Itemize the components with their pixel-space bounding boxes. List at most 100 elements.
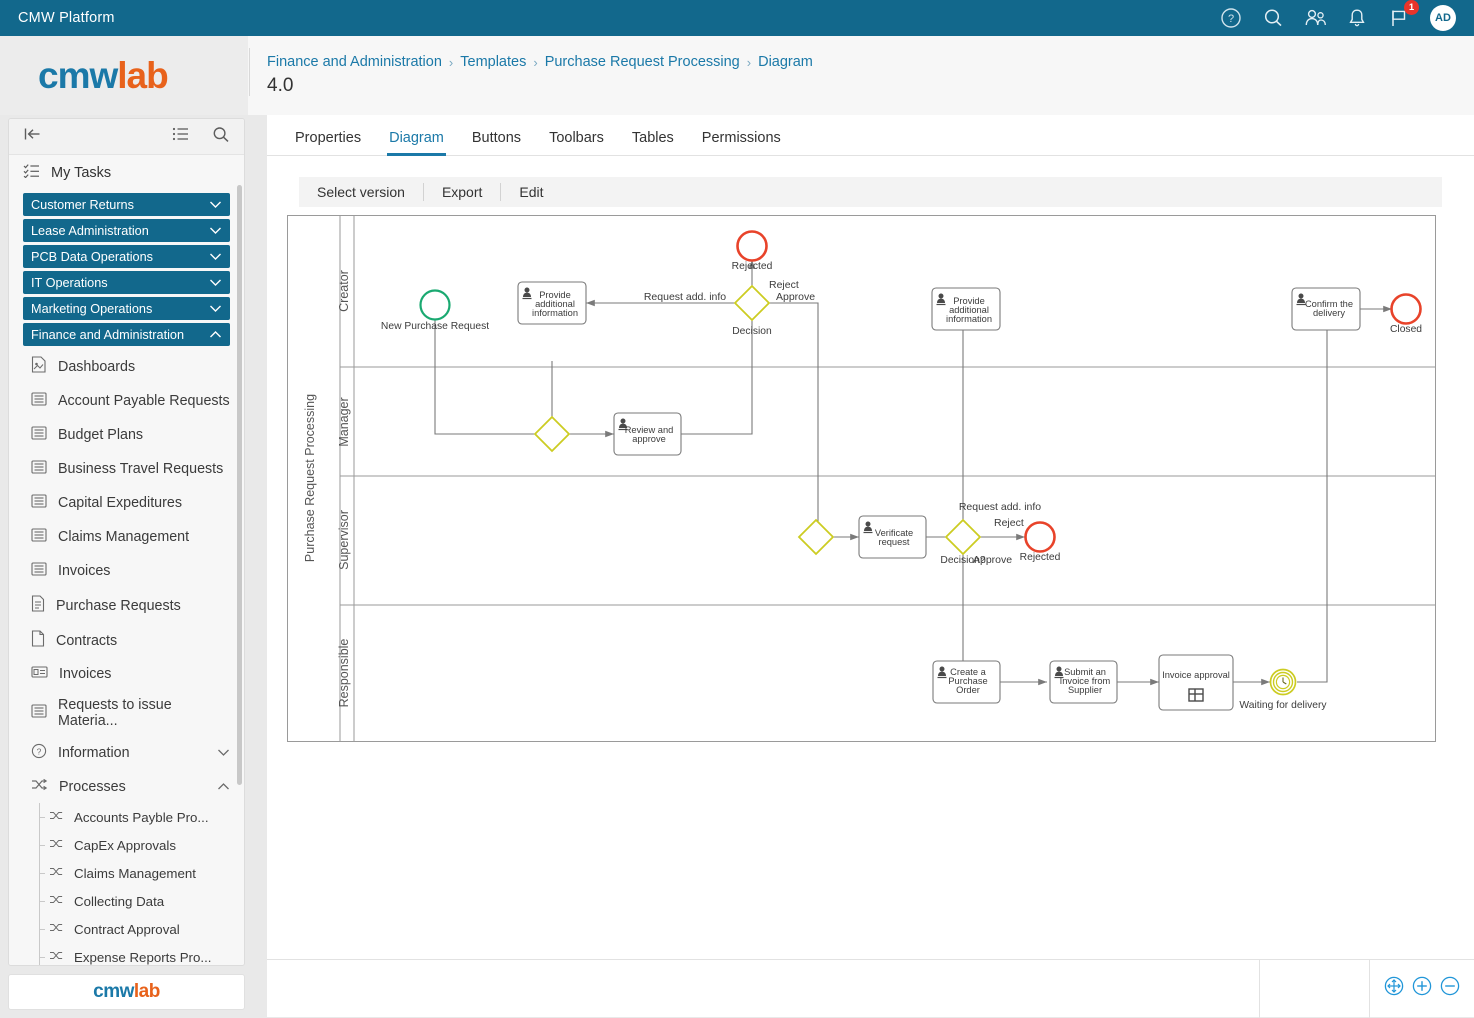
list-icon	[31, 493, 47, 513]
lane-label-manager: Manager	[337, 397, 351, 446]
fit-to-screen-button[interactable]	[1384, 976, 1404, 1001]
tab-properties[interactable]: Properties	[281, 130, 375, 155]
sidebar-item-my-tasks[interactable]: My Tasks	[9, 155, 244, 190]
sidebar-item-dashboards[interactable]: Dashboards	[9, 349, 244, 384]
sidebar-item-claims-management[interactable]: Claims Management	[9, 520, 244, 554]
sidebar-group-customer-returns[interactable]: Customer Returns	[23, 193, 230, 216]
export-button[interactable]: Export	[424, 177, 500, 207]
sidebar-item-account-payable-requests[interactable]: Account Payable Requests	[9, 384, 244, 418]
list-icon	[31, 703, 47, 723]
sidebar-group-it-operations[interactable]: IT Operations	[23, 271, 230, 294]
sidebar-toolbar	[9, 119, 244, 155]
sidebar-item-information[interactable]: ? Information	[9, 736, 244, 770]
sidebar-group-pcb-data-operations[interactable]: PCB Data Operations	[23, 245, 230, 268]
node-user-task-provide-additional-information-1: Provide additional information	[517, 281, 587, 325]
sidebar-item-budget-plans[interactable]: Budget Plans	[9, 418, 244, 452]
tab-buttons[interactable]: Buttons	[458, 130, 535, 155]
sidebar-item-business-travel-requests[interactable]: Business Travel Requests	[9, 452, 244, 486]
sidebar: My Tasks Customer Returns Lease Administ…	[8, 118, 245, 966]
tab-diagram[interactable]: Diagram	[375, 130, 458, 156]
tab-permissions[interactable]: Permissions	[688, 130, 795, 155]
sidebar-item-invoices-card[interactable]: Invoices	[9, 658, 244, 690]
sidebar-subitem-collecting-data[interactable]: Collecting Data	[9, 887, 244, 915]
chevron-down-icon	[209, 198, 222, 212]
node-label: Decision?	[940, 555, 985, 566]
chevron-down-icon	[217, 745, 230, 761]
users-icon[interactable]	[1304, 7, 1326, 29]
edit-button[interactable]: Edit	[501, 177, 561, 207]
zoom-out-button[interactable]	[1440, 976, 1460, 1001]
my-tasks-label: My Tasks	[51, 164, 112, 181]
avatar[interactable]: AD	[1430, 5, 1456, 31]
sidebar-group-lease-administration[interactable]: Lease Administration	[23, 219, 230, 242]
tab-tables[interactable]: Tables	[618, 130, 688, 155]
sidebar-group-label: IT Operations	[31, 275, 108, 290]
node-subprocess-invoice-approval: Invoice approval	[1158, 654, 1234, 711]
sidebar-footer-logo: cmw lab	[8, 974, 245, 1010]
sidebar-item-purchase-requests[interactable]: Purchase Requests	[9, 588, 244, 623]
sidebar-scrollbar[interactable]	[237, 185, 242, 785]
node-user-task-provide-additional-information-2: Provide additional information	[931, 287, 1001, 331]
sidebar-item-label: Processes	[59, 778, 126, 795]
logo-text-cmw: cmw	[38, 55, 118, 96]
svg-text:request: request	[878, 537, 909, 547]
process-icon	[49, 949, 64, 965]
sidebar-item-label: Business Travel Requests	[58, 461, 224, 477]
list-icon	[31, 561, 47, 581]
zoom-controls	[1369, 959, 1474, 1018]
sidebar-subitem-accounts-payble-processing[interactable]: Accounts Payble Pro...	[9, 803, 244, 831]
sidebar-subitem-expense-reports-processing[interactable]: Expense Reports Pro...	[9, 943, 244, 965]
node-label: Rejected	[732, 261, 773, 272]
bell-icon[interactable]	[1346, 7, 1368, 29]
process-icon	[49, 809, 64, 825]
sidebar-item-capital-expeditures[interactable]: Capital Expeditures	[9, 486, 244, 520]
list-icon	[31, 425, 47, 445]
sidebar-group-finance-and-administration[interactable]: Finance and Administration	[23, 323, 230, 346]
tab-toolbars[interactable]: Toolbars	[535, 130, 618, 155]
breadcrumb-item-0[interactable]: Finance and Administration	[267, 54, 442, 70]
process-icon	[31, 777, 48, 796]
process-icon	[49, 921, 64, 937]
edge-label-reject-2: Reject	[994, 517, 1024, 529]
sidebar-item-requests-to-issue-materials[interactable]: Requests to issue Materia...	[9, 690, 244, 736]
list-icon	[31, 527, 47, 547]
collapse-sidebar-icon[interactable]	[23, 126, 42, 147]
sidebar-subitem-label: Contract Approval	[74, 921, 180, 937]
search-icon[interactable]	[1262, 7, 1284, 29]
sidebar-subitem-capex-approvals[interactable]: CapEx Approvals	[9, 831, 244, 859]
sidebar-item-label: Capital Expeditures	[58, 495, 182, 511]
breadcrumb-item-3[interactable]: Diagram	[758, 54, 813, 70]
list-view-icon[interactable]	[172, 126, 190, 148]
my-tasks-icon	[23, 163, 40, 182]
sidebar-search-icon[interactable]	[212, 126, 230, 148]
zoom-in-button[interactable]	[1412, 976, 1432, 1001]
breadcrumb-separator: ›	[746, 54, 752, 70]
breadcrumb-item-2[interactable]: Purchase Request Processing	[545, 54, 740, 70]
process-icon	[49, 837, 64, 853]
sidebar-item-invoices-list[interactable]: Invoices	[9, 554, 244, 588]
sidebar-item-processes[interactable]: Processes	[9, 770, 244, 803]
svg-text:information: information	[946, 314, 992, 324]
node-user-task-review-and-approve: Review and approve	[613, 412, 682, 456]
card-icon	[31, 665, 48, 683]
sidebar-group-marketing-operations[interactable]: Marketing Operations	[23, 297, 230, 320]
chevron-down-icon	[209, 276, 222, 290]
svg-text:Order: Order	[956, 685, 980, 695]
svg-text:?: ?	[1228, 13, 1234, 25]
bpmn-diagram-canvas[interactable]: Purchase Request Processing Creator Mana…	[287, 215, 1436, 742]
node-user-task-confirm-the-delivery: Confirm the delivery	[1291, 287, 1361, 331]
select-version-button[interactable]: Select version	[299, 177, 423, 207]
sidebar-subitem-claims-management[interactable]: Claims Management	[9, 859, 244, 887]
help-icon[interactable]: ?	[1220, 7, 1242, 29]
flag-icon[interactable]: 1	[1388, 0, 1419, 29]
node-label: Closed	[1390, 324, 1422, 335]
lane-label-creator: Creator	[337, 270, 351, 312]
node-end-event-closed: Closed	[1390, 293, 1422, 335]
sidebar-item-contracts[interactable]: Contracts	[9, 623, 244, 658]
edge-label-request-add-info-1: Request add. info	[644, 291, 726, 303]
breadcrumb-item-1[interactable]: Templates	[460, 54, 526, 70]
sidebar-subitem-contract-approval[interactable]: Contract Approval	[9, 915, 244, 943]
list-icon	[31, 459, 47, 479]
sidebar-item-label: Account Payable Requests	[58, 393, 230, 409]
chevron-down-icon	[209, 250, 222, 264]
